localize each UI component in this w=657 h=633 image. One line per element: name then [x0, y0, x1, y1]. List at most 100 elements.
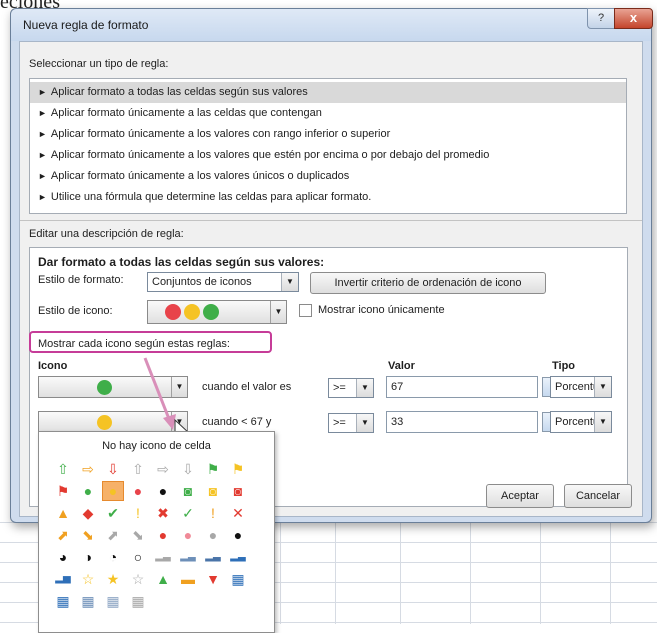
black-circle-icon[interactable]: ●: [153, 482, 173, 500]
gray-arrow-down-icon[interactable]: ⇩: [178, 460, 198, 478]
yellow-exclamation-icon[interactable]: !: [203, 504, 223, 522]
rule-type-item[interactable]: ► Aplicar formato únicamente a los valore…: [30, 166, 626, 187]
help-icon: ?: [597, 12, 605, 24]
three-quarters-circle-icon[interactable]: ◕: [53, 548, 73, 566]
signal-bars-1-icon[interactable]: ▂▃: [153, 548, 173, 566]
chevron-down-icon: ▼: [270, 301, 286, 323]
separator: [20, 220, 642, 221]
cancel-button[interactable]: Cancelar: [564, 484, 632, 508]
signal-bars-4-icon[interactable]: ▂▃: [228, 548, 248, 566]
green-triangle-up-icon[interactable]: ▲: [153, 570, 173, 588]
operator-select-row-2[interactable]: >= ▼: [328, 413, 374, 433]
rule-type-item[interactable]: ► Aplicar formato únicamente a los valore…: [30, 145, 626, 166]
star-full-icon[interactable]: ★: [103, 570, 123, 588]
boxes-icon[interactable]: ▦: [53, 592, 73, 610]
operator-select-row-1[interactable]: >= ▼: [328, 378, 374, 398]
gray-arrow-down-right-icon[interactable]: ⬊: [128, 526, 148, 544]
pink-circle-icon[interactable]: ●: [178, 526, 198, 544]
red-triangle-down-icon[interactable]: ▼: [203, 570, 223, 588]
dialog-titlebar[interactable]: Nueva regla de formato ? x: [11, 8, 653, 41]
type-select-row-2[interactable]: Porcentual ▼: [550, 411, 612, 433]
signal-bars-3-icon[interactable]: ▂▃: [203, 548, 223, 566]
red-circle-icon[interactable]: ●: [153, 526, 173, 544]
boxes-icon[interactable]: ▦: [78, 592, 98, 610]
yellow-circle-icon[interactable]: ●: [102, 481, 124, 501]
icon-style-select[interactable]: ▼: [147, 300, 287, 324]
green-light-icon[interactable]: ◙: [178, 482, 198, 500]
green-circle-icon: [203, 304, 219, 320]
triangle-right-icon: ►: [38, 129, 47, 139]
type-select-row-1[interactable]: Porcentual ▼: [550, 376, 612, 398]
green-check-icon[interactable]: ✓: [178, 504, 198, 522]
yellow-triangle-icon[interactable]: ▲: [53, 504, 73, 522]
gray-arrow-up-icon[interactable]: ⇧: [128, 460, 148, 478]
condition-label-row-2: cuando < 67 y: [202, 416, 272, 428]
yellow-exclamation-circle-icon[interactable]: !: [128, 504, 148, 522]
select-rule-type-label: Seleccionar un tipo de regla:: [29, 58, 169, 70]
red-light-icon[interactable]: ◙: [228, 482, 248, 500]
arrow-right-icon[interactable]: ⇨: [78, 460, 98, 478]
gray-arrow-up-right-icon[interactable]: ⬈: [103, 526, 123, 544]
green-flag-icon[interactable]: ⚑: [203, 460, 223, 478]
rule-type-item[interactable]: ► Aplicar formato a todas las celdas segú…: [30, 82, 626, 103]
rule-type-item[interactable]: ► Aplicar formato únicamente a los valore…: [30, 124, 626, 145]
green-circle-icon[interactable]: ●: [78, 482, 98, 500]
quarter-circle-icon[interactable]: ◔: [103, 548, 123, 566]
chevron-down-icon: ▼: [356, 379, 373, 397]
yellow-circle-icon: [97, 415, 112, 430]
rule-type-item[interactable]: ► Aplicar formato únicamente a las celdas…: [30, 103, 626, 124]
yellow-dash-icon[interactable]: ▬: [178, 570, 198, 588]
boxes-icon[interactable]: ▦: [228, 570, 248, 588]
star-outline-icon[interactable]: ☆: [128, 570, 148, 588]
show-icon-only-label: Mostrar icono únicamente: [318, 304, 445, 316]
gray-circle-icon[interactable]: ●: [203, 526, 223, 544]
triangle-right-icon: ►: [38, 150, 47, 160]
empty-circle-icon[interactable]: ○: [128, 548, 148, 566]
no-cell-icon-option[interactable]: No hay icono de celda: [39, 440, 274, 452]
half-circle-icon[interactable]: ◑: [78, 548, 98, 566]
arrow-down-right-icon[interactable]: ⬊: [78, 526, 98, 544]
show-icon-only-checkbox[interactable]: [299, 304, 312, 317]
red-circle-icon[interactable]: ●: [128, 482, 148, 500]
format-style-select[interactable]: Conjuntos de iconos ▼: [147, 272, 299, 292]
arrow-down-icon[interactable]: ⇩: [103, 460, 123, 478]
triangle-right-icon: ►: [38, 108, 47, 118]
red-diamond-icon[interactable]: ◆: [78, 504, 98, 522]
yellow-flag-icon[interactable]: ⚑: [228, 460, 248, 478]
help-button[interactable]: ?: [587, 8, 615, 29]
red-x-circle-icon[interactable]: ✖: [153, 504, 173, 522]
boxes-icon[interactable]: ▦: [103, 592, 123, 610]
close-icon: x: [629, 10, 638, 25]
gray-arrow-right-icon[interactable]: ⇨: [153, 460, 173, 478]
red-x-icon[interactable]: ✕: [228, 504, 248, 522]
boxes-icon[interactable]: ▦: [128, 592, 148, 610]
star-empty-icon[interactable]: ☆: [78, 570, 98, 588]
rule-type-list[interactable]: ► Aplicar formato a todas las celdas segú…: [29, 78, 627, 214]
icon-picker-popup[interactable]: No hay icono de celda ⇧ ⇨ ⇩ ⇧ ⇨ ⇩ ⚑ ⚑ ⚑ …: [38, 431, 275, 633]
green-circle-icon: [97, 380, 112, 395]
arrow-up-icon[interactable]: ⇧: [53, 460, 73, 478]
close-button[interactable]: x: [614, 8, 653, 29]
yellow-circle-icon: [184, 304, 200, 320]
column-header-icon: Icono: [38, 360, 68, 372]
signal-bars-full-icon[interactable]: ▂▅: [53, 570, 73, 588]
arrow-up-right-icon[interactable]: ⬈: [53, 526, 73, 544]
dialog-title: Nueva regla de formato: [23, 18, 149, 32]
value-input-row-2[interactable]: 33: [386, 411, 538, 433]
black-circle-icon[interactable]: ●: [228, 526, 248, 544]
green-check-circle-icon[interactable]: ✔: [103, 504, 123, 522]
format-style-label: Estilo de formato:: [38, 274, 124, 286]
ok-button[interactable]: Aceptar: [486, 484, 554, 508]
edit-description-label: Editar una descripción de regla:: [29, 228, 184, 240]
signal-bars-2-icon[interactable]: ▂▃: [178, 548, 198, 566]
triangle-right-icon: ►: [38, 87, 47, 97]
chevron-down-icon: ▼: [281, 273, 298, 291]
rule-type-item[interactable]: ► Utilice una fórmula que determine las c…: [30, 187, 626, 208]
value-input-row-1[interactable]: 67: [386, 376, 538, 398]
yellow-light-icon[interactable]: ◙: [203, 482, 223, 500]
column-header-type: Tipo: [552, 360, 576, 372]
red-flag-icon[interactable]: ⚑: [53, 482, 73, 500]
reverse-icon-order-button[interactable]: Invertir criterio de ordenación de icono: [310, 272, 546, 294]
red-circle-icon: [165, 304, 181, 320]
icon-style-label: Estilo de icono:: [38, 305, 113, 317]
